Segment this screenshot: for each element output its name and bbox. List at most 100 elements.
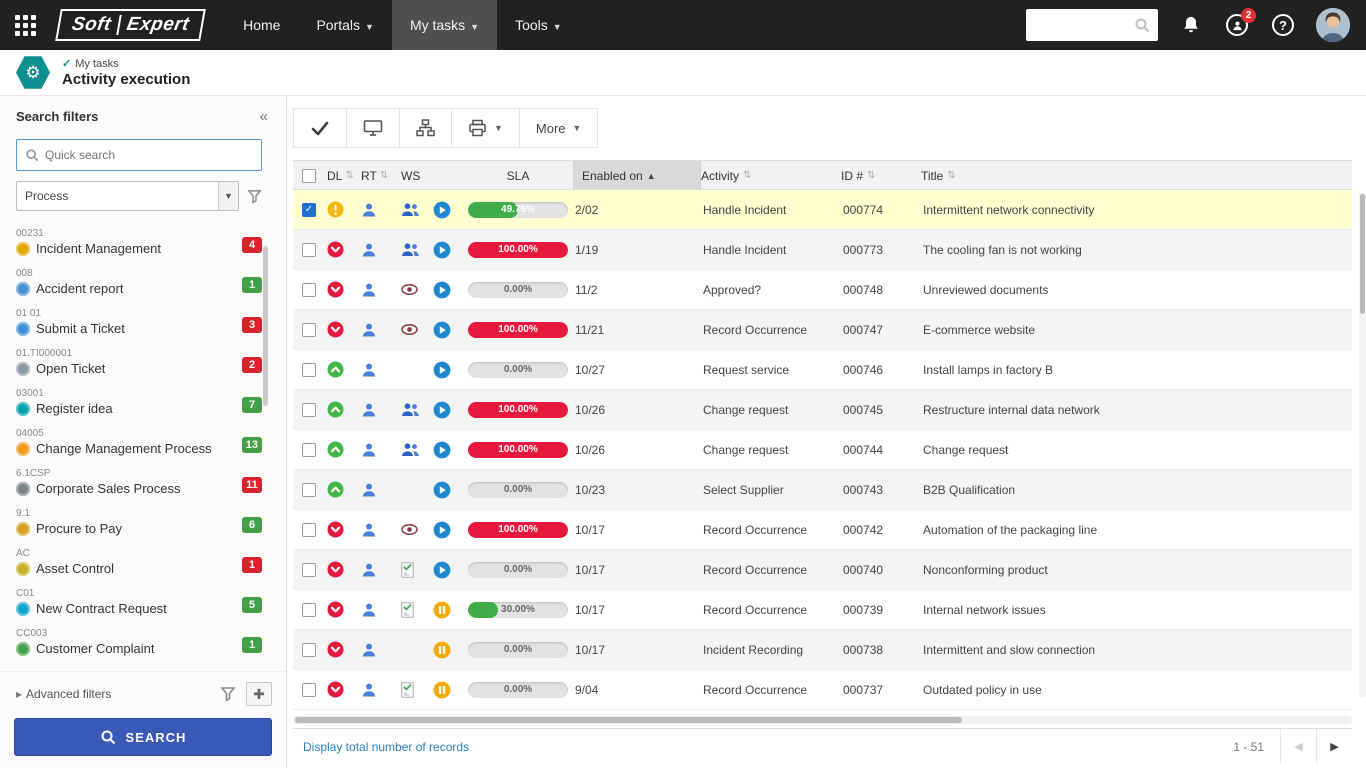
row-checkbox[interactable]	[293, 323, 325, 337]
table-row[interactable]: 100.00%10/17Record Occurrence000742Autom…	[293, 510, 1352, 550]
enabled-on-cell: 10/17	[573, 563, 701, 577]
execute-task-button[interactable]	[293, 108, 347, 148]
sidebar-process-item[interactable]: 008Accident report1	[16, 265, 262, 305]
review-eye-icon	[401, 284, 433, 295]
activity-cell: Record Occurrence	[701, 323, 841, 337]
quick-search-input[interactable]	[45, 148, 253, 162]
filter-funnel-icon[interactable]	[220, 686, 236, 702]
sidebar-process-item[interactable]: 01.TI000001Open Ticket2	[16, 345, 262, 385]
activity-cell: Request service	[701, 363, 841, 377]
pause-status-icon	[433, 601, 463, 619]
process-name: Incident Management	[36, 241, 161, 256]
collapse-sidebar-button[interactable]: «	[260, 108, 268, 125]
row-checkbox[interactable]	[293, 483, 325, 497]
menu-my-tasks[interactable]: My tasks▼	[392, 0, 497, 50]
display-total-link[interactable]: Display total number of records	[293, 740, 469, 754]
sidebar-process-item[interactable]: 01 01Submit a Ticket3	[16, 305, 262, 345]
checklist-icon	[401, 682, 433, 698]
row-checkbox[interactable]	[293, 523, 325, 537]
add-filter-button[interactable]: ✚	[246, 682, 272, 706]
table-row[interactable]: ✓49.76%2/02Handle Incident000774Intermit…	[293, 190, 1352, 230]
row-checkbox[interactable]	[293, 363, 325, 377]
deadline-ok-icon	[325, 441, 361, 458]
row-checkbox[interactable]: ✓	[293, 203, 325, 217]
search-button[interactable]: SEARCH	[14, 718, 272, 756]
global-search-input[interactable]	[1034, 18, 1134, 33]
global-search-box[interactable]	[1026, 9, 1158, 41]
sla-progress-bar: 0.00%	[463, 562, 573, 578]
sidebar-process-item[interactable]: 6.1CSPCorporate Sales Process11	[16, 465, 262, 505]
activity-cell: Approved?	[701, 283, 841, 297]
select-all-checkbox[interactable]	[302, 169, 316, 183]
prev-page-button[interactable]: ◀	[1280, 729, 1316, 764]
support-badge: 2	[1241, 8, 1256, 23]
row-checkbox[interactable]	[293, 283, 325, 297]
deadline-ok-icon	[325, 361, 361, 378]
flowchart-icon	[416, 119, 435, 137]
sidebar-process-item[interactable]: CC003Customer Complaint1	[16, 625, 262, 665]
notifications-bell-icon[interactable]	[1178, 12, 1204, 38]
row-checkbox[interactable]	[293, 683, 325, 697]
table-row[interactable]: 100.00%10/26Change request000745Restruct…	[293, 390, 1352, 430]
column-id[interactable]: ID #⇅	[841, 161, 921, 189]
table-row[interactable]: 100.00%11/21Record Occurrence000747E-com…	[293, 310, 1352, 350]
table-row[interactable]: 0.00%10/17Record Occurrence000740Nonconf…	[293, 550, 1352, 590]
menu-tools[interactable]: Tools▼	[497, 0, 580, 50]
table-row[interactable]: 0.00%10/23Select Supplier000743B2B Quali…	[293, 470, 1352, 510]
vertical-scrollbar[interactable]	[1359, 192, 1366, 698]
quick-search-box[interactable]	[16, 139, 262, 171]
column-dl[interactable]: DL⇅	[325, 161, 361, 189]
column-enabled-on[interactable]: Enabled on▲	[573, 161, 701, 189]
view-data-button[interactable]	[347, 108, 400, 148]
process-filter-select[interactable]: Process ▼	[16, 181, 239, 211]
sidebar-process-item[interactable]: C01New Contract Request5	[16, 585, 262, 625]
sidebar-process-item[interactable]: 04005Change Management Process13	[16, 425, 262, 465]
column-rt[interactable]: RT⇅	[361, 161, 401, 189]
user-avatar[interactable]	[1316, 8, 1350, 42]
table-row[interactable]: 0.00%10/27Request service000746Install l…	[293, 350, 1352, 390]
more-button[interactable]: More ▼	[520, 108, 599, 148]
caret-down-icon[interactable]: ▼	[494, 123, 503, 133]
process-code: 01.TI000001	[16, 348, 262, 359]
support-icon[interactable]: 2	[1224, 12, 1250, 38]
incident-management-icon	[16, 242, 30, 256]
help-icon[interactable]: ?	[1270, 12, 1296, 38]
sidebar-process-item[interactable]: 00231Incident Management4	[16, 225, 262, 265]
table-row[interactable]: 0.00%11/2Approved?000748Unreviewed docum…	[293, 270, 1352, 310]
requester-person-icon	[361, 322, 401, 338]
row-checkbox[interactable]	[293, 563, 325, 577]
advanced-filters-toggle[interactable]: ▸Advanced filters	[16, 687, 210, 701]
sidebar-process-item[interactable]: 9.1Procure to Pay6	[16, 505, 262, 545]
row-checkbox[interactable]	[293, 403, 325, 417]
filter-funnel-icon[interactable]	[247, 189, 262, 204]
menu-home[interactable]: Home	[225, 0, 298, 50]
title-cell: Change request	[921, 443, 1352, 457]
print-button[interactable]: ▼	[452, 108, 520, 148]
table-row[interactable]: 100.00%10/26Change request000744Change r…	[293, 430, 1352, 470]
next-page-button[interactable]: ▶	[1316, 729, 1352, 764]
table-footer: Display total number of records 1 - 51 ◀…	[293, 728, 1352, 764]
enabled-on-cell: 11/2	[573, 283, 701, 297]
column-activity[interactable]: Activity⇅	[701, 161, 841, 189]
column-sla[interactable]: SLA	[463, 161, 573, 189]
column-ws[interactable]: WS	[401, 161, 433, 189]
row-checkbox[interactable]	[293, 443, 325, 457]
column-title[interactable]: Title⇅	[921, 161, 1352, 189]
table-row[interactable]: 0.00%9/04Record Occurrence000737Outdated…	[293, 670, 1352, 710]
tasks-table: DL⇅ RT⇅ WS SLA Enabled on▲ Activity⇅ ID …	[293, 160, 1352, 724]
flowchart-button[interactable]	[400, 108, 452, 148]
sidebar-process-item[interactable]: ACAsset Control1	[16, 545, 262, 585]
sidebar-scrollbar[interactable]	[263, 246, 268, 406]
row-checkbox[interactable]	[293, 603, 325, 617]
table-row[interactable]: 0.00%10/17Incident Recording000738Interm…	[293, 630, 1352, 670]
table-row[interactable]: 30.00%10/17Record Occurrence000739Intern…	[293, 590, 1352, 630]
row-checkbox[interactable]	[293, 243, 325, 257]
row-checkbox[interactable]	[293, 643, 325, 657]
horizontal-scrollbar[interactable]	[293, 716, 1352, 724]
procure-to-pay-icon	[16, 522, 30, 536]
table-row[interactable]: 100.00%1/19Handle Incident000773The cool…	[293, 230, 1352, 270]
sidebar-process-item[interactable]: 03001Register idea7	[16, 385, 262, 425]
menu-portals[interactable]: Portals▼	[298, 0, 392, 50]
id-cell: 000743	[841, 483, 921, 497]
app-grid-icon[interactable]	[0, 0, 50, 50]
